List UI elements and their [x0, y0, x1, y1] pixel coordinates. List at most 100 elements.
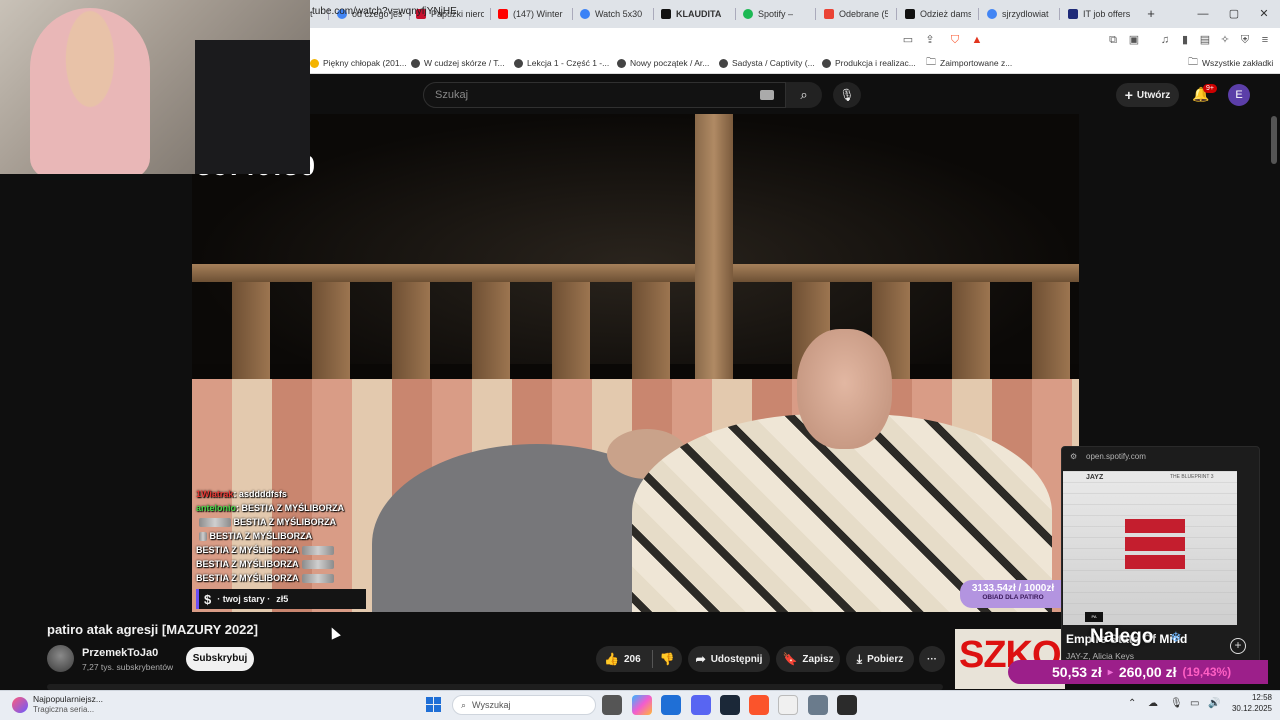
steam-icon[interactable]	[720, 695, 740, 715]
bookmark-icon	[617, 58, 626, 68]
bookmark-item[interactable]: Piękny chłopak (201...	[310, 56, 407, 70]
share-icon[interactable]: ⇪	[923, 33, 937, 47]
search-input[interactable]: Szukaj	[423, 82, 786, 108]
settings-icon[interactable]	[808, 695, 828, 715]
tray-chevron-icon[interactable]: ⌃	[1128, 698, 1136, 709]
bookmark-item[interactable]: W cudzej skórze / T...	[411, 56, 505, 70]
tab-tiktok[interactable]: KLAUDITA	[661, 4, 729, 24]
mic-tray-icon[interactable]: 🎙	[1170, 698, 1183, 709]
clock-time[interactable]: 12:58	[1240, 693, 1272, 702]
start-button[interactable]	[426, 697, 441, 712]
emote-icon	[301, 574, 334, 584]
brave-browser-icon[interactable]	[749, 695, 769, 715]
tab-label: KLAUDITA	[676, 9, 722, 19]
install-app-icon[interactable]: ▭	[901, 33, 915, 47]
scrollbar-thumb[interactable]	[1271, 116, 1277, 164]
close-window-button[interactable]: ✕	[1254, 4, 1274, 24]
tab-label: IT job offers	[1083, 9, 1130, 19]
tab-it-jobs[interactable]: IT job offers	[1068, 4, 1130, 24]
subscriber-count: 7,27 tys. subskrybentów	[82, 662, 174, 672]
sidebar-icon[interactable]: ▮	[1178, 33, 1192, 47]
bookmark-label: W cudzej skórze / T...	[424, 58, 505, 68]
more-actions-button[interactable]: ···	[919, 646, 945, 672]
webcam-overlay	[0, 0, 310, 174]
volume-tray-icon[interactable]: 🔊	[1208, 698, 1220, 709]
price-percentage: (19,43%)	[1182, 665, 1232, 679]
bookmark-label: Produkcja i realizac...	[835, 58, 916, 68]
add-to-library-icon[interactable]: +	[1230, 638, 1246, 654]
bookmark-item[interactable]: Lekcja 1 - Część 1 -...	[514, 56, 609, 70]
chat-message: BESTIA Z MYŚLIBORZA	[196, 531, 366, 545]
wallet-icon[interactable]: ▣	[1127, 33, 1141, 47]
tab-youtube[interactable]: (147) Winter	[498, 4, 566, 24]
bookmark-folder[interactable]: 🗀 Zaimportowane z...	[926, 56, 1012, 70]
save-button[interactable]: 🔖 Zapisz	[776, 646, 840, 672]
vpn-icon[interactable]: ⛨	[1238, 33, 1252, 47]
account-avatar[interactable]: E	[1228, 84, 1250, 106]
save-label: Zapisz	[802, 653, 834, 665]
tab-gmail[interactable]: Odebrane (5	[824, 4, 888, 24]
bookmark-label: Sadysta / Captivity (...	[732, 58, 815, 68]
donation-goal: 3133.54zł / 1000zł OBIAD DLA PATIRO	[960, 580, 1066, 608]
maximize-button[interactable]: ▢	[1224, 4, 1244, 24]
search-button[interactable]: ⌕	[786, 82, 822, 108]
keyboard-icon[interactable]	[760, 90, 774, 100]
tab-clothing[interactable]: Odzież dams	[905, 4, 971, 24]
bookmark-item[interactable]: Sadysta / Captivity (...	[719, 56, 815, 70]
settings-tune-icon[interactable]: ⚙	[1070, 452, 1077, 461]
obs-icon[interactable]	[837, 695, 857, 715]
subscribe-button[interactable]: Subskrybuj	[186, 647, 254, 671]
spotify-icon	[743, 9, 753, 19]
video-scene-slat	[232, 282, 270, 392]
like-button[interactable]: 👍 206	[604, 652, 641, 666]
network-tray-icon[interactable]: ☁	[1148, 698, 1158, 709]
minimize-button[interactable]: —	[1193, 4, 1213, 24]
tab-google-2[interactable]: sjrzydlowiat	[987, 4, 1051, 24]
album-art-artist: JAYZ	[1086, 474, 1104, 481]
dislike-button[interactable]: 👎	[660, 652, 675, 666]
thumbs-up-icon: 👍	[604, 652, 619, 666]
channel-name[interactable]: PrzemekToJa0	[82, 647, 158, 659]
extensions-icon[interactable]: ⧉	[1106, 33, 1120, 47]
channel-avatar[interactable]	[47, 645, 74, 672]
download-button[interactable]: ⤓ Pobierz	[846, 646, 914, 672]
clock-date[interactable]: 30.12.2025	[1228, 704, 1272, 713]
voice-search-button[interactable]: 🎙	[833, 82, 861, 108]
task-view-icon[interactable]	[602, 695, 622, 715]
wallet-2-icon[interactable]: ▤	[1198, 33, 1212, 47]
bookmark-label: Zaimportowane z...	[940, 58, 1013, 68]
tab-watch[interactable]: Watch 5x30	[580, 4, 648, 24]
bookmark-item[interactable]: Nowy początek / Ar...	[617, 56, 709, 70]
taskbar-search[interactable]: ⌕ Wyszukaj	[452, 695, 596, 715]
new-tab-button[interactable]: +	[1141, 4, 1161, 24]
chat-text: BESTIA Z MYŚLIBORZA	[209, 531, 313, 541]
notepad-icon[interactable]	[778, 695, 798, 715]
more-icon: ···	[927, 653, 937, 665]
create-button[interactable]: + Utwórz	[1116, 83, 1179, 107]
mic-icon: 🎙	[839, 88, 855, 102]
media-icon[interactable]: ♫	[1158, 33, 1172, 47]
chat-username: antelonio	[196, 503, 236, 513]
tab-spotify[interactable]: Spotify –	[743, 4, 805, 24]
share-button[interactable]: ➦ Udostępnij	[688, 646, 770, 672]
copilot-icon[interactable]	[632, 695, 652, 715]
tab-separator	[572, 8, 573, 20]
share-arrow-icon: ➦	[695, 652, 706, 666]
display-tray-icon[interactable]: ▭	[1190, 698, 1199, 709]
google-icon	[987, 9, 997, 19]
news-widget-icon[interactable]	[12, 697, 28, 713]
brave-rewards-icon[interactable]: ▲	[970, 33, 984, 47]
video-scene-slat	[392, 282, 430, 392]
news-widget-title[interactable]: Najpopularniejsz...	[33, 694, 103, 704]
menu-icon[interactable]: ≡	[1258, 33, 1272, 47]
store-icon[interactable]	[661, 695, 681, 715]
folder-icon: 🗀	[1188, 56, 1198, 68]
snowflake-icon: ❄	[1170, 629, 1182, 645]
discord-icon[interactable]	[691, 695, 711, 715]
all-bookmarks-folder[interactable]: 🗀 Wszystkie zakładki	[1188, 56, 1273, 70]
leo-ai-icon[interactable]: ✧	[1218, 33, 1232, 47]
url-field[interactable]: tube.com/watch?v=wqnyfjYNjHE	[312, 6, 457, 17]
page-scrollbar[interactable]	[1270, 114, 1278, 690]
bookmark-item[interactable]: Produkcja i realizac...	[822, 56, 916, 70]
brave-shield-icon[interactable]: ⛉	[948, 33, 962, 47]
